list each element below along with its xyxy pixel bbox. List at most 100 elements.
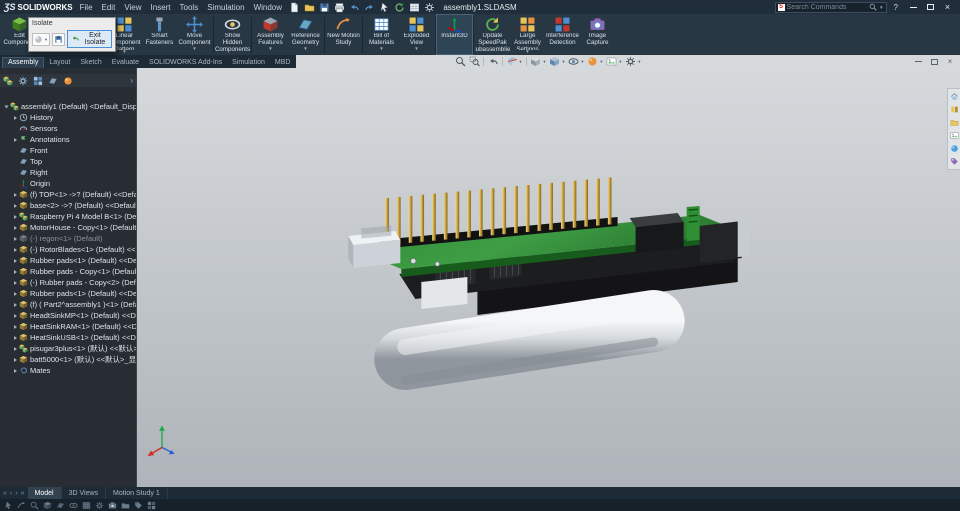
expand-arrow-icon[interactable] xyxy=(11,269,19,274)
redo-icon[interactable] xyxy=(364,2,375,13)
ribbon-reference-geometry[interactable]: Reference Geometry ▼ xyxy=(288,15,323,54)
expand-arrow-icon[interactable] xyxy=(11,192,19,197)
status-tag-icon[interactable] xyxy=(134,501,143,510)
document-restore-button[interactable] xyxy=(928,56,940,67)
expand-arrow-icon[interactable] xyxy=(11,346,19,351)
isolate-display-dropdown-icon[interactable]: ▼ xyxy=(32,32,50,46)
expand-arrow-icon[interactable] xyxy=(2,105,10,109)
status-plane-icon[interactable] xyxy=(56,501,65,510)
battery[interactable] xyxy=(374,290,685,390)
status-eye-icon[interactable] xyxy=(69,501,78,510)
status-cube-icon[interactable] xyxy=(43,501,52,510)
menu-file[interactable]: File xyxy=(80,3,93,12)
panel-flyout-arrow[interactable]: › xyxy=(130,76,133,85)
expand-arrow-icon[interactable] xyxy=(11,357,19,362)
document-minimize-button[interactable] xyxy=(912,56,924,67)
assembly-3d-model[interactable] xyxy=(137,68,960,487)
design-library-icon[interactable] xyxy=(950,105,959,114)
ribbon-exploded-view[interactable]: Exploded View ▼ xyxy=(399,15,434,54)
tree-item-rotorblades-1-default-defa[interactable]: (-) RotorBlades<1> (Default) <<Defa xyxy=(0,244,136,255)
status-grid-icon[interactable] xyxy=(82,501,91,510)
view-palette-icon[interactable] xyxy=(950,131,959,140)
expand-arrow-icon[interactable] xyxy=(11,368,19,373)
display-style-icon[interactable]: ▼ xyxy=(548,56,567,67)
tree-item-top[interactable]: Top xyxy=(0,156,136,167)
tree-item-raspberry-pi-4-model-b-1-default[interactable]: Raspberry Pi 4 Model B<1> (Default xyxy=(0,211,136,222)
doc-tab-motion-study-1[interactable]: Motion Study 1 xyxy=(106,487,168,499)
ribbon-instant3d[interactable]: Instant3D xyxy=(436,14,473,55)
ribbon-update-speedpak-subassemblies[interactable]: Update SpeedPak Subassemblies xyxy=(475,15,510,54)
menu-window[interactable]: Window xyxy=(254,3,282,12)
status-select-icon[interactable] xyxy=(4,500,13,510)
minimize-button[interactable] xyxy=(905,1,922,13)
previous-view-icon[interactable] xyxy=(486,56,500,67)
ribbon-move-component[interactable]: Move Component ▼ xyxy=(177,15,212,54)
appearances-icon[interactable] xyxy=(950,144,959,153)
tab-scroll-3[interactable]: » xyxy=(21,490,25,497)
usb-connector[interactable] xyxy=(421,277,468,309)
configurationmanager-tab[interactable] xyxy=(33,76,43,86)
status-cubes-icon[interactable] xyxy=(147,501,156,510)
tree-item-rubber-pads-1-default-defa[interactable]: Rubber pads<1> (Default) <<Defa xyxy=(0,288,136,299)
tree-item-rubber-pads-1-default-defaul[interactable]: Rubber pads<1> (Default) <<Defaul xyxy=(0,255,136,266)
expand-arrow-icon[interactable] xyxy=(11,280,19,285)
propertymanager-tab[interactable] xyxy=(18,76,28,86)
document-close-button[interactable]: × xyxy=(944,56,956,67)
save-icon[interactable] xyxy=(319,2,330,13)
isolate-save-display-state-icon[interactable] xyxy=(51,32,65,46)
tree-item-base-2-default-default[interactable]: base<2> ->? (Default) <<Default>_ xyxy=(0,200,136,211)
expand-arrow-icon[interactable] xyxy=(11,258,19,263)
tree-item-f-top-1-default-default[interactable]: (f) TOP<1> ->? (Default) <<Default xyxy=(0,189,136,200)
tree-item-headtsinkmp-1-default-defau[interactable]: HeadtSinkMP<1> (Default) <<Defau xyxy=(0,310,136,321)
ethernet-port[interactable] xyxy=(348,225,401,268)
graphics-viewport[interactable] xyxy=(137,68,960,487)
menu-tools[interactable]: Tools xyxy=(180,3,199,12)
ribbon-assembly-features[interactable]: Assembly Features ▼ xyxy=(253,15,288,54)
section-view-icon[interactable]: ▼ xyxy=(505,56,524,67)
hide-show-items-icon[interactable]: ▼ xyxy=(567,56,586,67)
expand-arrow-icon[interactable] xyxy=(11,203,19,208)
right-connector[interactable] xyxy=(699,220,750,263)
menu-simulation[interactable]: Simulation xyxy=(207,3,244,12)
menu-edit[interactable]: Edit xyxy=(102,3,116,12)
expand-arrow-icon[interactable] xyxy=(11,291,19,296)
tab-mbd[interactable]: MBD xyxy=(270,58,296,68)
search-dropdown-icon[interactable]: ▼ xyxy=(879,5,883,10)
rebuild-icon[interactable] xyxy=(394,2,405,13)
tree-item-annotations[interactable]: Annotations xyxy=(0,134,136,145)
expand-arrow-icon[interactable] xyxy=(11,247,19,252)
ribbon-image-capture[interactable]: Image Capture xyxy=(580,15,615,54)
menu-insert[interactable]: Insert xyxy=(151,3,171,12)
zoom-to-fit-icon[interactable] xyxy=(453,56,467,67)
tab-scroll-1[interactable]: ‹ xyxy=(10,490,12,497)
status-folder-icon[interactable] xyxy=(121,501,130,510)
tab-evaluate[interactable]: Evaluate xyxy=(107,58,144,68)
tree-item-origin[interactable]: Origin xyxy=(0,178,136,189)
view-settings-icon[interactable]: ▼ xyxy=(624,56,643,67)
tab-simulation[interactable]: Simulation xyxy=(227,58,270,68)
tree-item-assembly1-default-default-display-sta[interactable]: assembly1 (Default) <Default_Display Sta xyxy=(0,101,136,112)
ribbon-smart-fasteners[interactable]: Smart Fasteners xyxy=(142,15,177,54)
new-document-icon[interactable] xyxy=(289,2,300,13)
tree-item-batt5000-1[interactable]: batt5000<1> (默认) <<默认>_显示 xyxy=(0,354,136,365)
maximize-button[interactable] xyxy=(922,1,939,13)
status-gear-icon[interactable] xyxy=(95,501,104,510)
undo-icon[interactable] xyxy=(349,2,360,13)
tree-item-motorhouse-copy-1-default[interactable]: MotorHouse - Copy<1> (Default) < xyxy=(0,222,136,233)
expand-arrow-icon[interactable] xyxy=(11,335,19,340)
tab-assembly[interactable]: Assembly xyxy=(2,57,45,68)
dimxpertmanager-tab[interactable] xyxy=(48,76,58,86)
tree-item-right[interactable]: Right xyxy=(0,167,136,178)
expand-arrow-icon[interactable] xyxy=(11,214,19,219)
close-button[interactable]: × xyxy=(939,1,956,13)
tab-scroll-0[interactable]: « xyxy=(3,490,7,497)
tree-item-sensors[interactable]: Sensors xyxy=(0,123,136,134)
tree-item-f-part2-assembly1-1-defaul[interactable]: (f) ( Part2^assembly1 )<1> (Defaul xyxy=(0,299,136,310)
file-explorer-icon[interactable] xyxy=(950,118,959,127)
exit-isolate-button[interactable]: Exit Isolate xyxy=(66,30,112,48)
custom-properties-icon[interactable] xyxy=(950,157,959,166)
ribbon-large-assembly-settings[interactable]: Large Assembly Settings ▼ xyxy=(510,15,545,54)
expand-arrow-icon[interactable] xyxy=(11,137,19,142)
displaymanager-tab[interactable] xyxy=(63,76,73,86)
ribbon-interference-detection[interactable]: Interference Detection xyxy=(545,15,580,54)
